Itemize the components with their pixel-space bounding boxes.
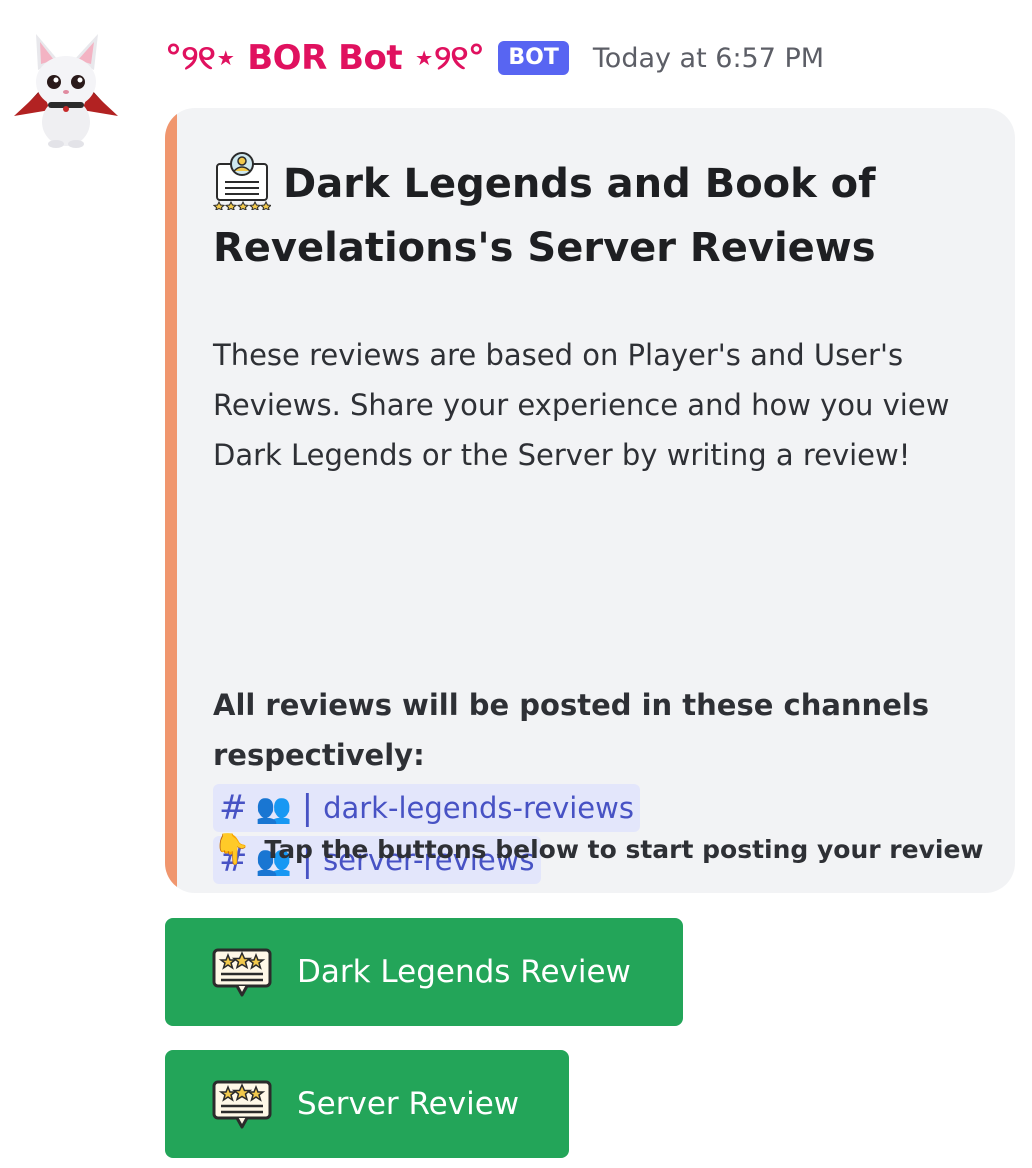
review-certificate-icon [212, 150, 273, 211]
message-header: °୨୧⋆ BOR Bot ⋆୨୧° BOT Today at 6:57 PM [165, 30, 824, 86]
bat-mascot-icon [14, 34, 118, 148]
embed-title-text: Dark Legends and Book of Revelations's S… [213, 161, 876, 271]
channels-heading: All reviews will be posted in these chan… [213, 688, 930, 772]
rating-speech-bubble-icon [211, 947, 273, 997]
channel-name: dark-legends-reviews [323, 791, 634, 825]
pointing-down-icon: 👇 [213, 832, 251, 867]
embed-description: These reviews are based on Player's and … [213, 338, 950, 472]
bot-avatar[interactable] [12, 30, 120, 148]
embed-accent-stripe [165, 108, 177, 893]
embed-footer: 👇 Tap the buttons below to start posting… [213, 830, 984, 870]
channel-hash-icon: # [219, 788, 248, 828]
embed-title: Dark Legends and Book of Revelations's S… [212, 150, 973, 280]
dark-legends-review-button[interactable]: Dark Legends Review [165, 918, 683, 1026]
busts-in-silhouette-icon: 👥 [255, 790, 292, 825]
embed-footer-text: Tap the buttons below to start posting y… [264, 835, 984, 864]
rating-speech-bubble-icon [211, 1079, 273, 1129]
message-timestamp[interactable]: Today at 6:57 PM [593, 43, 824, 74]
server-review-button[interactable]: Server Review [165, 1050, 569, 1158]
bot-username[interactable]: °୨୧⋆ BOR Bot ⋆୨୧° [165, 38, 485, 78]
channel-separator: | [301, 788, 314, 828]
message-embed: Dark Legends and Book of Revelations's S… [165, 108, 1015, 893]
button-label: Dark Legends Review [297, 954, 631, 990]
bot-tag: BOT [498, 41, 569, 75]
button-label: Server Review [297, 1086, 520, 1122]
channel-mention-dark-legends-reviews[interactable]: # 👥 | dark-legends-reviews [213, 784, 640, 832]
